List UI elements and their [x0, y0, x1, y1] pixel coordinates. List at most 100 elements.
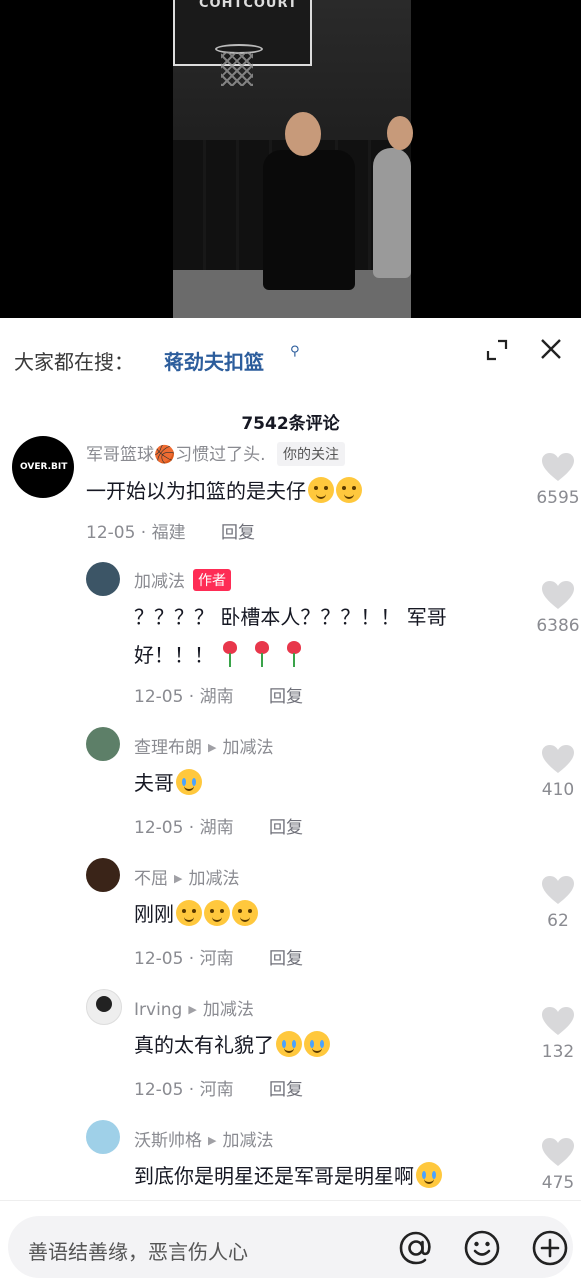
like-count: 132	[541, 1042, 575, 1062]
comment-text: 夫哥	[134, 764, 202, 802]
heart-icon	[542, 1138, 574, 1166]
comment-username[interactable]: 不屈 ▶ 加减法	[134, 864, 239, 889]
comment-date-location: 12-05 · 河南	[134, 1080, 234, 1100]
reply-button[interactable]: 回复	[269, 1080, 303, 1100]
comment-username[interactable]: 沃斯帅格 ▶ 加减法	[134, 1126, 273, 1151]
username-text: 加减法	[134, 572, 185, 592]
reply-target: 加减法	[222, 1131, 274, 1151]
reply-arrow-icon: ▶	[208, 1134, 217, 1147]
heart-icon	[542, 581, 574, 609]
like-button[interactable]: 132	[536, 1006, 580, 1062]
like-count: 6386	[536, 616, 580, 636]
username-text: 不屈	[134, 869, 168, 889]
pleading-emoji-icon	[336, 477, 362, 503]
like-count: 6595	[536, 488, 580, 508]
player-head	[285, 112, 321, 156]
crying-emoji-icon	[276, 1031, 302, 1057]
search-icon[interactable]: ⚲	[290, 344, 300, 359]
follow-badge: 你的关注	[276, 442, 345, 466]
comment-username[interactable]: Irving ▶ 加减法	[134, 995, 254, 1020]
comment-meta: 12-05 · 福建 回复	[86, 518, 255, 543]
comment-meta: 12-05 · 湖南 回复	[134, 813, 303, 838]
avatar-logo-text: OVER.BIT	[20, 462, 68, 472]
comment-meta: 12-05 · 河南 回复	[134, 944, 303, 969]
like-count: 475	[541, 1173, 575, 1193]
bystander-figure	[373, 148, 411, 278]
comment-username[interactable]: 加减法 作者	[134, 567, 231, 592]
reply-button[interactable]: 回复	[221, 523, 255, 543]
reply-button[interactable]: 回复	[269, 687, 303, 707]
comment-text-content: 真的太有礼貌了	[134, 1033, 274, 1057]
like-button[interactable]: 410	[536, 744, 580, 800]
heart-icon	[542, 745, 574, 773]
comment-meta: 12-05 · 湖南 回复	[134, 682, 303, 707]
comment-username[interactable]: 军哥篮球🏀习惯过了头. 你的关注	[86, 440, 345, 466]
comment-text-line: 好！！！	[134, 643, 214, 667]
add-icon[interactable]	[530, 1228, 570, 1268]
username-text: 军哥篮球🏀习惯过了头.	[86, 445, 266, 465]
comment-text-content: 刚刚	[134, 902, 174, 926]
comment-text-content: 一开始以为扣篮的是夫仔	[86, 479, 306, 503]
comment-text: 刚刚	[134, 895, 258, 933]
search-suggestion-link[interactable]: 蒋劲夫扣篮	[164, 346, 264, 375]
reply-button[interactable]: 回复	[269, 818, 303, 838]
comment-username[interactable]: 查理布朗 ▶ 加减法	[134, 733, 273, 758]
username-text: 沃斯帅格	[134, 1131, 202, 1151]
reply-target: 加减法	[188, 869, 240, 889]
comment-date-location: 12-05 · 河南	[134, 949, 234, 969]
comment-text: 到底你是明星还是军哥是明星啊	[134, 1157, 442, 1195]
comment-count: 7542条评论	[241, 414, 340, 434]
like-button[interactable]: 6386	[536, 580, 580, 636]
grin-emoji-icon	[232, 900, 258, 926]
grin-emoji-icon	[204, 900, 230, 926]
player-figure	[263, 150, 355, 290]
avatar[interactable]	[86, 989, 122, 1025]
like-button[interactable]: 6595	[536, 452, 580, 508]
crying-emoji-icon	[304, 1031, 330, 1057]
comment-text-content: 夫哥	[134, 771, 174, 795]
avatar[interactable]	[86, 858, 120, 892]
reply-arrow-icon: ▶	[188, 1003, 197, 1016]
comment-date-location: 12-05 · 湖南	[134, 818, 234, 838]
comment-text: 真的太有礼貌了	[134, 1026, 330, 1064]
avatar[interactable]	[86, 727, 120, 761]
search-prefix-label: 大家都在搜：	[14, 350, 134, 374]
heart-icon	[542, 876, 574, 904]
pleading-emoji-icon	[308, 477, 334, 503]
close-icon[interactable]	[538, 336, 564, 362]
avatar[interactable]: OVER.BIT	[12, 436, 74, 498]
bystander-head	[387, 116, 413, 150]
basketball-net	[221, 52, 253, 86]
comment-text: ？？？？ 卧槽本人？？？！！ 军哥 好！！！	[134, 598, 524, 674]
video-player[interactable]: COHTCOURT	[0, 0, 581, 318]
reply-button[interactable]: 回复	[269, 949, 303, 969]
at-mention-icon[interactable]	[396, 1228, 436, 1268]
grin-emoji-icon	[176, 900, 202, 926]
reply-arrow-icon: ▶	[208, 741, 217, 754]
crying-emoji-icon	[416, 1162, 442, 1188]
comment-meta: 12-05 · 河南 回复	[134, 1075, 303, 1100]
username-text: 查理布朗	[134, 738, 202, 758]
rose-icon	[220, 641, 240, 667]
comment-date-location: 12-05 · 福建	[86, 523, 186, 543]
reply-arrow-icon: ▶	[174, 872, 183, 885]
like-button[interactable]: 62	[536, 875, 580, 931]
rose-icon	[252, 641, 272, 667]
comment-date-location: 12-05 · 湖南	[134, 687, 234, 707]
like-count: 62	[547, 911, 569, 931]
emoji-picker-icon[interactable]	[462, 1228, 502, 1268]
rose-icon	[284, 641, 304, 667]
like-button[interactable]: 475	[536, 1137, 580, 1193]
comment-text-line: ？？？？ 卧槽本人？？？！！ 军哥	[134, 605, 447, 629]
heart-icon	[542, 453, 574, 481]
comment-text-content: 到底你是明星还是军哥是明星啊	[134, 1164, 414, 1188]
author-badge: 作者	[193, 569, 231, 591]
heart-icon	[542, 1007, 574, 1035]
expand-icon[interactable]	[486, 339, 508, 361]
comment-input-placeholder: 善语结善缘，恶言伤人心	[28, 1240, 248, 1264]
username-text: Irving	[134, 1000, 183, 1020]
avatar[interactable]	[86, 1120, 120, 1154]
avatar[interactable]	[86, 562, 120, 596]
reply-target: 加减法	[202, 1000, 254, 1020]
comment-text: 一开始以为扣篮的是夫仔	[86, 472, 362, 510]
